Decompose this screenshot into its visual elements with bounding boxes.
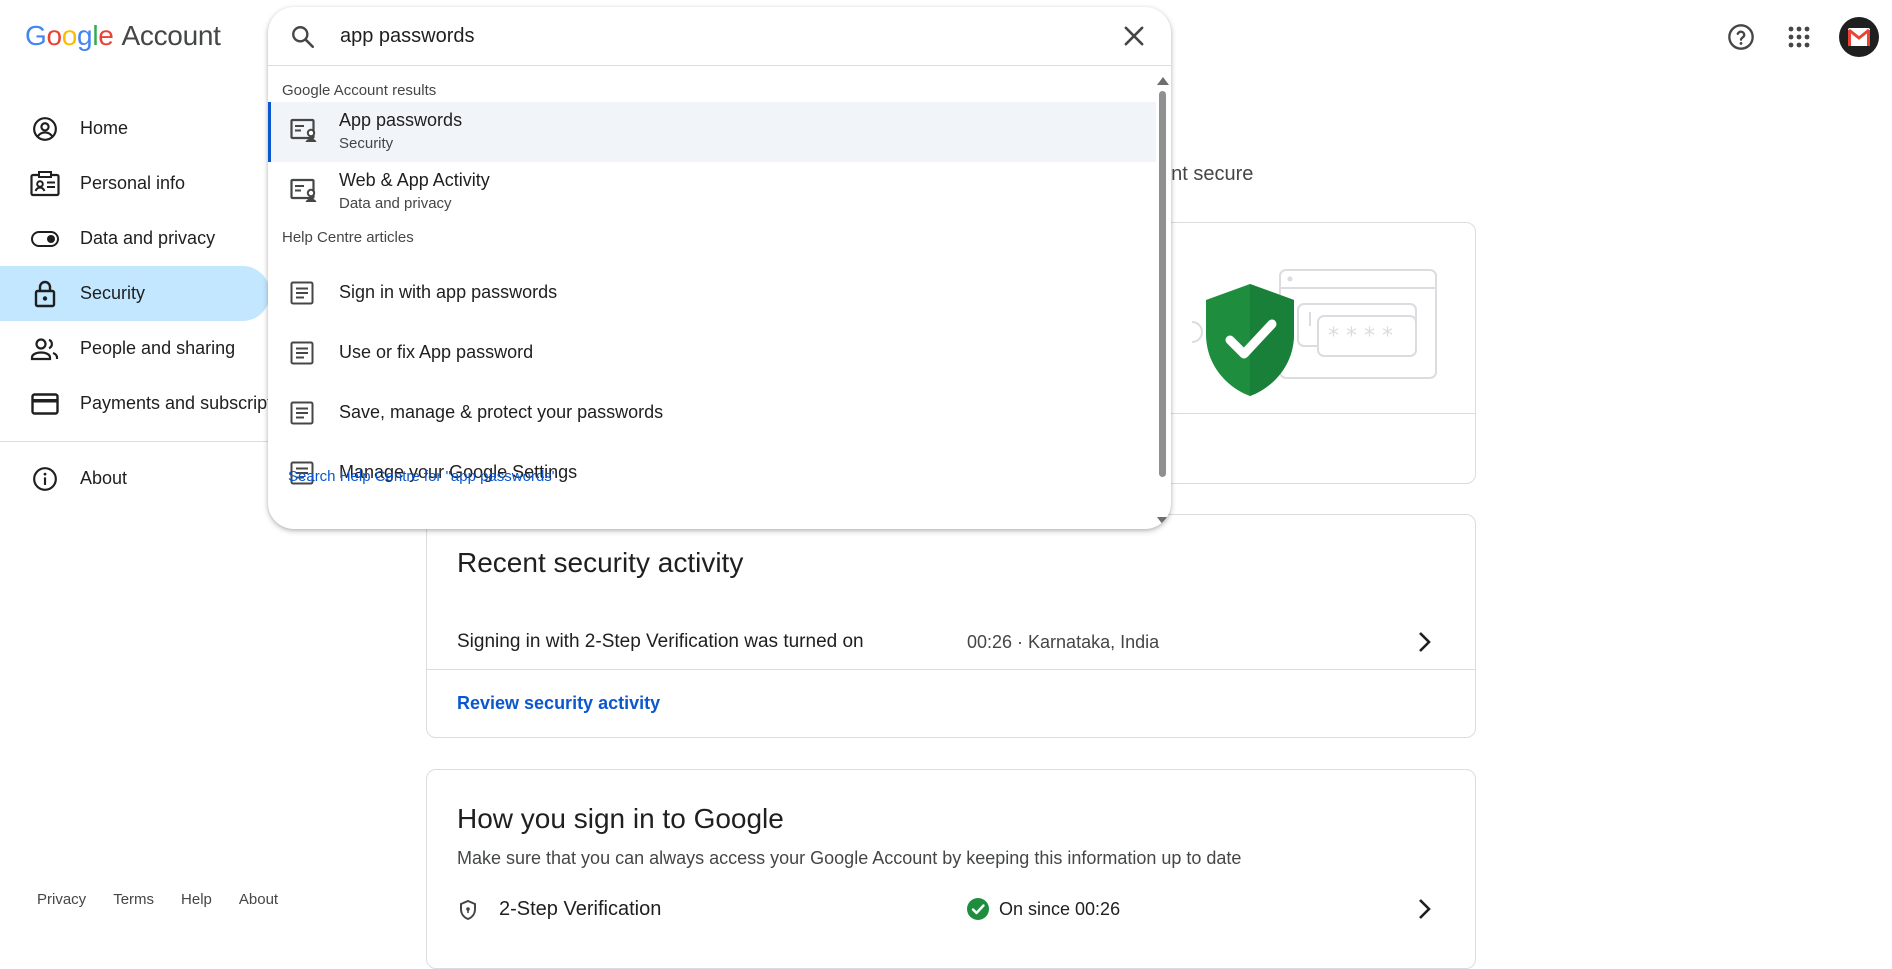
sidebar-item-payments[interactable]: Payments and subscriptions xyxy=(0,376,270,431)
search-results-list: Google Account results App passwords Sec… xyxy=(268,67,1156,529)
search-help-centre-link[interactable]: Search Help Centre for "app passwords" xyxy=(288,468,557,485)
sidebar-item-label: Security xyxy=(80,283,146,303)
result-title: App passwords xyxy=(339,110,463,130)
check-circle-icon xyxy=(967,898,989,920)
search-result-web-app-activity[interactable]: Web & App Activity Data and privacy xyxy=(268,162,1156,222)
row-status-text: On since 00:26 xyxy=(999,898,1121,919)
search-bar xyxy=(268,7,1171,66)
scroll-up-arrow-icon[interactable] xyxy=(1157,77,1169,85)
logo-account-text: Account xyxy=(121,20,221,51)
search-input[interactable] xyxy=(340,19,1040,53)
lock-icon xyxy=(30,279,60,309)
two-step-verification-row[interactable]: 2-Step Verification On since 00:26 xyxy=(427,886,1475,926)
activity-meta: 00:26 · Karnataka, India xyxy=(967,631,1160,652)
google-account-logo[interactable]: Google Account xyxy=(25,20,221,54)
logo-letter: o xyxy=(46,20,62,51)
sidebar-item-label: Data and privacy xyxy=(80,228,216,248)
search-dropdown: Google Account results App passwords Sec… xyxy=(268,7,1171,529)
card-description: Make sure that you can always access you… xyxy=(457,848,1242,868)
page-subheading: unt secure xyxy=(1160,163,1254,185)
logo-letter: e xyxy=(98,20,114,51)
sidebar-item-personal-info[interactable]: Personal info xyxy=(0,156,270,211)
logo-letter: g xyxy=(77,20,93,51)
results-scrollbar[interactable] xyxy=(1155,71,1169,529)
sidebar-nav: Home Personal info Data and privacy Secu… xyxy=(0,101,270,506)
footer-link-about[interactable]: About xyxy=(239,891,278,908)
credit-card-icon xyxy=(30,389,60,419)
review-security-activity-link[interactable]: Review security activity xyxy=(457,693,660,714)
account-circle-icon xyxy=(30,114,60,144)
logo-letter: o xyxy=(61,20,78,51)
article-icon xyxy=(290,281,314,305)
card-title: Recent security activity xyxy=(457,547,744,578)
results-section-label: Google Account results xyxy=(282,82,437,99)
sidebar-item-about[interactable]: About xyxy=(0,451,270,506)
row-name: 2-Step Verification xyxy=(499,898,662,920)
footer-link-privacy[interactable]: Privacy xyxy=(37,891,86,908)
apps-grid-icon[interactable] xyxy=(1779,17,1819,57)
help-result-sign-in-with-app-passwords[interactable]: Sign in with app passwords xyxy=(268,263,1156,323)
people-icon xyxy=(30,334,60,364)
sidebar-item-security[interactable]: Security xyxy=(0,266,270,321)
activity-row[interactable]: Signing in with 2-Step Verification was … xyxy=(427,607,1475,677)
chevron-right-icon xyxy=(1417,631,1431,653)
sidebar-item-label: Personal info xyxy=(80,173,186,193)
footer-link-terms[interactable]: Terms xyxy=(113,891,154,908)
sidebar-item-people-and-sharing[interactable]: People and sharing xyxy=(0,321,270,376)
chevron-right-icon xyxy=(1417,898,1431,920)
scroll-down-arrow-icon[interactable] xyxy=(1157,517,1169,525)
footer-link-help[interactable]: Help xyxy=(181,891,212,908)
activity-event: Signing in with 2-Step Verification was … xyxy=(457,631,864,652)
id-card-icon xyxy=(30,169,60,199)
result-title: Sign in with app passwords xyxy=(339,282,558,302)
help-result-use-or-fix-app-password[interactable]: Use or fix App password xyxy=(268,323,1156,383)
sidebar-divider xyxy=(0,441,270,442)
row-status: On since 00:26 xyxy=(967,898,1120,920)
svg-text:* * * *: * * * * xyxy=(1328,324,1393,349)
result-title: Save, manage & protect your passwords xyxy=(339,402,664,422)
sidebar-item-home[interactable]: Home xyxy=(0,101,270,156)
result-subtitle: Security xyxy=(339,135,394,152)
toggle-icon xyxy=(30,224,60,254)
gmail-icon xyxy=(1848,28,1870,46)
how-you-sign-in-card: How you sign in to Google Make sure that… xyxy=(426,769,1476,969)
sidebar-item-label: People and sharing xyxy=(80,338,236,358)
sidebar-item-label: Home xyxy=(80,118,129,138)
search-icon[interactable] xyxy=(290,24,316,50)
search-result-app-passwords[interactable]: App passwords Security xyxy=(268,102,1156,162)
sidebar-item-data-and-privacy[interactable]: Data and privacy xyxy=(0,211,270,266)
result-subtitle: Data and privacy xyxy=(339,195,452,212)
footer-links: Privacy Terms Help About xyxy=(37,891,305,908)
sidebar-item-label: Payments and subscriptions xyxy=(80,393,270,413)
scrollbar-thumb[interactable] xyxy=(1159,91,1166,477)
result-title: Web & App Activity xyxy=(339,170,490,190)
clear-search-icon[interactable] xyxy=(1120,22,1148,50)
shield-small-icon xyxy=(459,900,477,920)
logo-letter: G xyxy=(25,20,47,51)
info-icon xyxy=(30,464,60,494)
help-icon[interactable] xyxy=(1721,17,1761,57)
settings-result-icon xyxy=(290,118,318,144)
account-avatar[interactable] xyxy=(1839,17,1879,57)
card-divider xyxy=(427,669,1475,670)
sidebar-item-label: About xyxy=(80,468,128,488)
results-section-label: Help Centre articles xyxy=(282,229,414,246)
security-shield-illustration: * * * * xyxy=(1191,269,1437,396)
article-icon xyxy=(290,341,314,365)
article-icon xyxy=(290,401,314,425)
settings-result-icon xyxy=(290,178,318,204)
recent-security-activity-card: Recent security activity Signing in with… xyxy=(426,514,1476,738)
help-result-save-manage-protect-passwords[interactable]: Save, manage & protect your passwords xyxy=(268,383,1156,443)
card-title: How you sign in to Google xyxy=(457,803,784,834)
result-title: Use or fix App password xyxy=(339,342,534,362)
